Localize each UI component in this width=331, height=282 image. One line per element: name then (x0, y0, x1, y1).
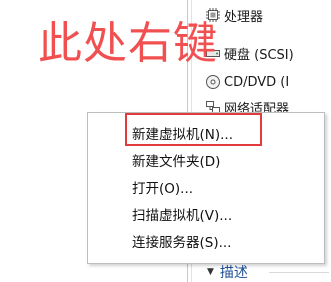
menu-item-new-folder[interactable]: 新建文件夹(D) (132, 148, 220, 172)
device-label: CD/DVD (I (224, 74, 290, 90)
device-row-hard-disk[interactable]: 硬盘 (SCSI) (205, 42, 294, 64)
section-rule (269, 272, 329, 273)
highlight-box (125, 113, 262, 146)
menu-item-connect-server[interactable]: 连接服务器(S)... (132, 229, 231, 253)
device-label: 处理器 (224, 9, 264, 25)
device-row-cd-dvd[interactable]: CD/DVD (I (205, 71, 289, 93)
section-label: 描述 (219, 265, 248, 281)
cd-dvd-icon (205, 74, 221, 90)
menu-item-scan-vm[interactable]: 扫描虚拟机(V)... (132, 202, 232, 226)
device-label: 硬盘 (SCSI) (224, 47, 294, 63)
menu-item-open[interactable]: 打开(O)... (132, 175, 193, 199)
description-section-header[interactable]: ▼ 描述 (207, 262, 329, 282)
collapse-arrow-icon: ▼ (207, 267, 214, 277)
annotation-text: 此处右键 (38, 18, 218, 69)
